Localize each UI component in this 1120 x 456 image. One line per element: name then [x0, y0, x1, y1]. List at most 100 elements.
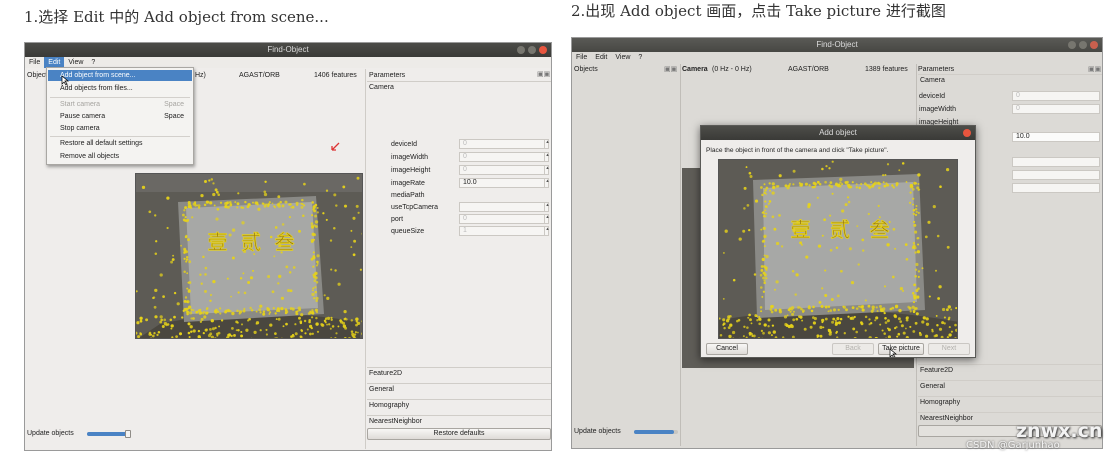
param-label-deviceid: deviceId [391, 141, 418, 148]
menu-view[interactable]: View [611, 52, 634, 63]
left-camera-image: 壹贰叁 [136, 174, 362, 338]
param-field-deviceid[interactable]: 0 [459, 139, 549, 149]
param-field-queuesize[interactable]: 1 [459, 226, 549, 236]
param-label-mediapath: mediaPath [391, 192, 425, 199]
menu-item-add-objects-from-files[interactable]: Add objects from files... [48, 83, 192, 94]
param-spin-queuesize[interactable]: ▴ [544, 226, 550, 236]
features-count: 1406 features [314, 72, 357, 79]
param-field-deviceid[interactable]: 0 [1012, 91, 1100, 101]
camera-hz: Hz) [195, 72, 206, 79]
object-character: 叁 [275, 230, 295, 254]
step1-caption: 1.选择 Edit 中的 Add object from scene... [24, 8, 329, 26]
object-character: 叁 [870, 218, 890, 242]
objects-float-icon[interactable]: ▣▣ [664, 65, 677, 74]
camera-hz: (0 Hz - 0 Hz) [712, 66, 752, 73]
menu-item-remove-all-objects[interactable]: Remove all objects [48, 151, 192, 162]
update-objects-label: Update objects [574, 428, 621, 435]
param-label-imagerate: imageRate [391, 180, 425, 187]
back-button[interactable]: Back [832, 343, 874, 355]
menu-item-add-object-from-scene[interactable]: Add object from scene... [48, 70, 192, 81]
param-field-imageheight[interactable]: 0 [459, 165, 549, 175]
param-label-deviceid: deviceId [919, 93, 946, 100]
parameters-label: Parameters [918, 66, 955, 73]
param-label-imagewidth: imageWidth [919, 106, 956, 113]
left-camera-view: 壹贰叁 [135, 173, 363, 339]
objects-label: Objects [574, 66, 598, 73]
param-spin-imagerate[interactable]: ▴ [544, 178, 550, 188]
pointer-arrow-icon [331, 142, 340, 151]
maximize-icon[interactable] [528, 46, 536, 54]
menu-help[interactable]: ? [634, 52, 646, 63]
next-button[interactable]: Next [928, 343, 970, 355]
param-field-imagerate[interactable]: 10.0 [459, 178, 549, 188]
param-field-extra-2[interactable] [1012, 170, 1100, 180]
param-spin-usetcpcamera[interactable]: ▴ [544, 202, 550, 212]
right-window-title: Find-Object [816, 40, 858, 49]
right-section-feature2d[interactable]: Feature2D [918, 364, 1102, 376]
object-character: 壹 [208, 230, 228, 254]
minimize-icon[interactable] [517, 46, 525, 54]
step2-caption: 2.出现 Add object 画面，点击 Take picture 进行截图 [571, 2, 946, 20]
param-label-imagewidth: imageWidth [391, 154, 428, 161]
param-field-extra-1[interactable] [1012, 157, 1100, 167]
features-count: 1389 features [865, 66, 908, 73]
param-label-imageheight: imageHeight [391, 167, 431, 174]
param-spin-deviceid[interactable]: ▴ [544, 139, 550, 149]
right-section-general[interactable]: General [918, 380, 1102, 392]
right-camera-section[interactable]: Camera [918, 74, 1102, 86]
param-field-imagewidth[interactable]: 0 [459, 152, 549, 162]
panel-float-icon[interactable]: ▣▣ [537, 70, 550, 79]
param-field-port[interactable]: 0 [459, 214, 549, 224]
dialog-camera-view: 壹贰叁 [718, 159, 958, 339]
dialog-camera-image: 壹贰叁 [719, 160, 957, 338]
param-field-usetcpcamera[interactable] [459, 202, 549, 212]
camera-label: Camera [682, 66, 708, 73]
left-camera-section[interactable]: Camera [367, 81, 551, 93]
dialog-titlebar: Add object [701, 126, 975, 140]
menu-file[interactable]: File [25, 57, 44, 68]
param-field-extra-3[interactable] [1012, 183, 1100, 193]
watermark-credit: CSDN @Garjunhao [966, 440, 1060, 451]
param-label-usetcpcamera: useTcpCamera [391, 204, 439, 211]
right-section-homography[interactable]: Homography [918, 396, 1102, 408]
right-menubar: File Edit View ? [572, 52, 1102, 63]
update-objects-label: Update objects [27, 430, 74, 437]
left-titlebar: Find-Object [25, 43, 551, 57]
left-window-title: Find-Object [267, 45, 309, 54]
left-section-feature2d[interactable]: Feature2D [367, 367, 551, 379]
param-spin-imageheight[interactable]: ▴ [544, 165, 550, 175]
menu-file[interactable]: File [572, 52, 591, 63]
panel-float-icon[interactable]: ▣▣ [1088, 65, 1101, 74]
mouse-cursor-icon [61, 75, 69, 86]
param-field-imagewidth[interactable]: 0 [1012, 104, 1100, 114]
param-field-imagerate[interactable]: 10.0 [1012, 132, 1100, 142]
param-label-queuesize: queueSize [391, 228, 425, 235]
left-section-nearestneighbor[interactable]: NearestNeighbor [367, 415, 551, 427]
dialog-close-icon[interactable] [963, 129, 971, 137]
menu-item-stop-camera[interactable]: Stop camera [48, 123, 192, 134]
close-icon[interactable] [539, 46, 547, 54]
maximize-icon[interactable] [1079, 41, 1087, 49]
add-object-dialog: Add object Place the object in front of … [700, 125, 976, 358]
menu-edit[interactable]: Edit [591, 52, 611, 63]
take-picture-button[interactable]: Take picture [878, 343, 924, 355]
menu-item-start-camera[interactable]: Start camera Space [48, 99, 192, 110]
detector-label: AGAST/ORB [788, 66, 829, 73]
watermark-brand: znwx.cn [1016, 420, 1103, 442]
menu-item-restore-all-default-settings[interactable]: Restore all default settings [48, 138, 192, 149]
minimize-icon[interactable] [1068, 41, 1076, 49]
left-section-general[interactable]: General [367, 383, 551, 395]
close-icon[interactable] [1090, 41, 1098, 49]
left-section-homography[interactable]: Homography [367, 399, 551, 411]
detector-label: AGAST/ORB [239, 72, 280, 79]
menu-item-pause-camera[interactable]: Pause camera Space [48, 111, 192, 122]
mouse-cursor-icon [889, 348, 897, 357]
right-titlebar: Find-Object [572, 38, 1102, 52]
parameters-label: Parameters [369, 72, 406, 79]
dialog-title: Add object [819, 128, 857, 137]
restore-defaults-button[interactable]: Restore defaults [367, 428, 551, 440]
param-spin-port[interactable]: ▴ [544, 214, 550, 224]
cancel-button[interactable]: Cancel [706, 343, 748, 355]
param-spin-imagewidth[interactable]: ▴ [544, 152, 550, 162]
dialog-instruction: Place the object in front of the camera … [706, 147, 889, 154]
